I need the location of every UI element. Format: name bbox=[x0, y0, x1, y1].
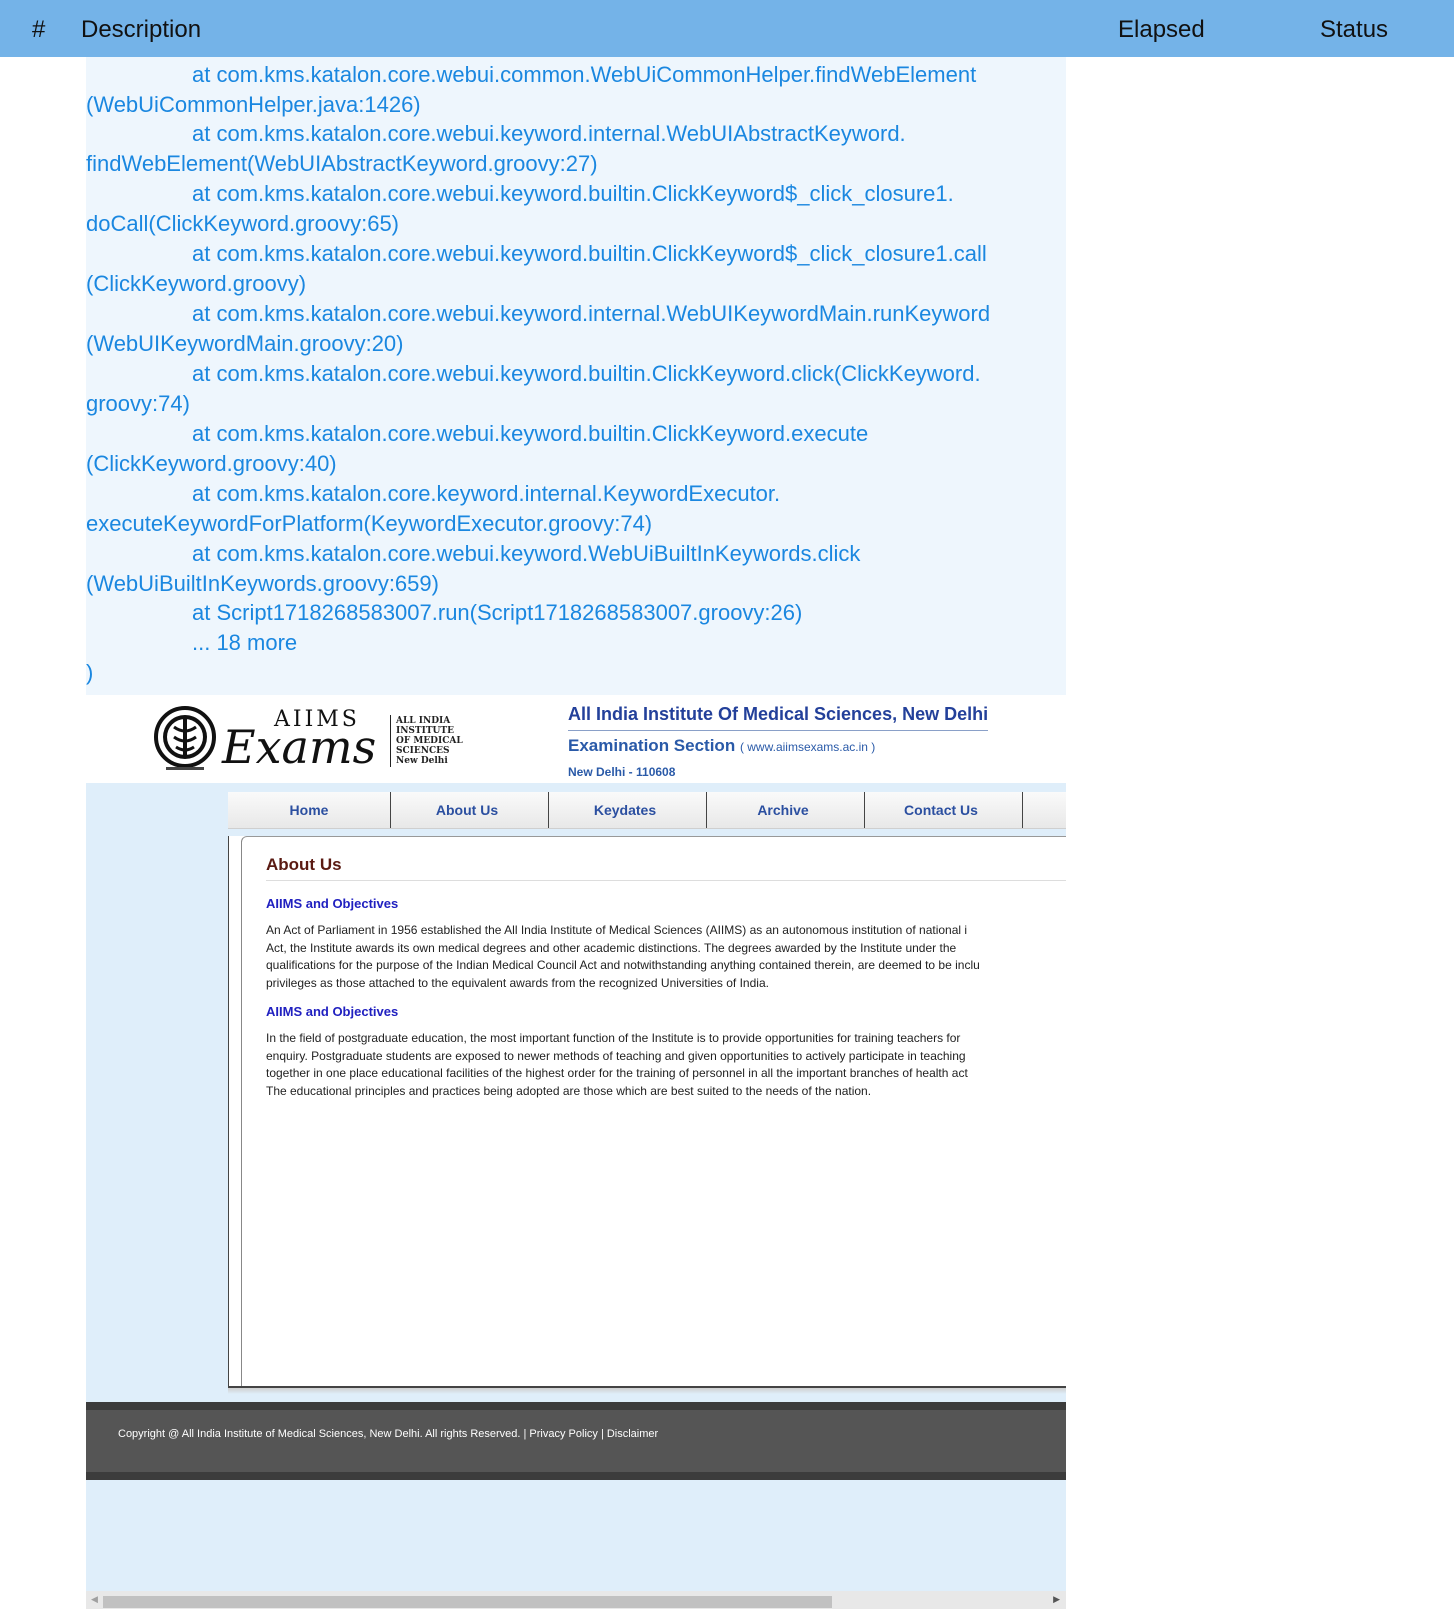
trace-line: doCall(ClickKeyword.groovy:65) bbox=[86, 211, 400, 236]
footer-text: Copyright @ All India Institute of Medic… bbox=[118, 1428, 659, 1440]
column-status-header: Status bbox=[1320, 16, 1389, 43]
aiims-emblem-icon bbox=[154, 706, 216, 770]
trace-line: (WebUiCommonHelper.java:1426) bbox=[86, 92, 421, 117]
trace-line: at com.kms.katalon.core.webui.keyword.bu… bbox=[192, 241, 987, 266]
logo-exams-text: Exams bbox=[222, 720, 377, 774]
site-footer: Copyright @ All India Institute of Medic… bbox=[86, 1402, 1066, 1480]
main-nav: Home About Us Keydates Archive Contact U… bbox=[228, 792, 1066, 829]
trace-line: at com.kms.katalon.core.keyword.internal… bbox=[192, 481, 781, 506]
title-divider bbox=[568, 730, 988, 731]
trace-line: at com.kms.katalon.core.webui.keyword.bu… bbox=[192, 421, 869, 446]
trace-line: at com.kms.katalon.core.webui.keyword.in… bbox=[192, 301, 991, 326]
section-paragraph: In the field of postgraduate education, … bbox=[266, 1031, 968, 1098]
trace-line: (ClickKeyword.groovy) bbox=[86, 271, 307, 296]
trace-line: groovy:74) bbox=[86, 391, 190, 416]
nav-contact-us[interactable]: Contact Us bbox=[860, 792, 1023, 828]
content-panel: About Us AIIMS and Objectives An Act of … bbox=[228, 836, 1066, 1388]
report-table-header: # Description Elapsed Status bbox=[0, 0, 1454, 57]
embedded-screenshot: AIIMS Exams ALL INDIA INSTITUTE OF MEDIC… bbox=[86, 695, 1066, 1609]
scrollbar-thumb[interactable] bbox=[103, 1596, 832, 1608]
trace-line: at com.kms.katalon.core.webui.keyword.bu… bbox=[192, 361, 981, 386]
nav-about-us[interactable]: About Us bbox=[386, 792, 549, 828]
horizontal-scrollbar[interactable]: ◀ ▶ bbox=[86, 1591, 1066, 1609]
trace-line: at com.kms.katalon.core.webui.keyword.We… bbox=[192, 541, 861, 566]
site-header: AIIMS Exams ALL INDIA INSTITUTE OF MEDIC… bbox=[86, 695, 1066, 783]
trace-line: ) bbox=[86, 660, 94, 685]
page-title: About Us bbox=[266, 855, 342, 874]
trace-line: at com.kms.katalon.core.webui.common.Web… bbox=[192, 62, 977, 87]
content-frame: About Us AIIMS and Objectives An Act of … bbox=[241, 836, 1066, 1386]
trace-line: (WebUIKeywordMain.groovy:20) bbox=[86, 331, 404, 356]
section-heading: AIIMS and Objectives bbox=[266, 896, 399, 911]
section-heading: AIIMS and Objectives bbox=[266, 1004, 399, 1019]
institute-title: All India Institute Of Medical Sciences,… bbox=[568, 704, 989, 724]
page-title-divider bbox=[266, 880, 1066, 881]
site-url: ( www.aiimsexams.ac.in ) bbox=[739, 740, 876, 754]
stack-trace: at com.kms.katalon.core.webui.common.Web… bbox=[86, 57, 1066, 695]
trace-line: at com.kms.katalon.core.webui.keyword.in… bbox=[192, 121, 906, 146]
nav-archive[interactable]: Archive bbox=[702, 792, 865, 828]
logo-divider bbox=[390, 715, 391, 767]
scroll-left-icon[interactable]: ◀ bbox=[91, 1594, 98, 1605]
scroll-right-icon[interactable]: ▶ bbox=[1053, 1594, 1060, 1605]
trace-line: findWebElement(WebUIAbstractKeyword.groo… bbox=[86, 151, 598, 176]
logo-institute-text: ALL INDIA INSTITUTE OF MEDICAL SCIENCES … bbox=[396, 716, 463, 766]
nav-keydates[interactable]: Keydates bbox=[544, 792, 707, 828]
column-description-header: Description bbox=[81, 16, 202, 43]
section-paragraph: An Act of Parliament in 1956 established… bbox=[266, 923, 980, 990]
nav-home[interactable]: Home bbox=[228, 792, 391, 828]
trace-line: (ClickKeyword.groovy:40) bbox=[86, 451, 337, 476]
trace-line: ... 18 more bbox=[192, 630, 298, 655]
institute-address: New Delhi - 110608 bbox=[568, 765, 676, 779]
trace-line: executeKeywordForPlatform(KeywordExecuto… bbox=[86, 511, 653, 536]
trace-line: at com.kms.katalon.core.webui.keyword.bu… bbox=[192, 181, 954, 206]
trace-line: at Script1718268583007.run(Script1718268… bbox=[192, 600, 803, 625]
content-shadow bbox=[228, 1388, 1066, 1394]
column-elapsed-header: Elapsed bbox=[1118, 16, 1205, 43]
column-number-header: # bbox=[32, 16, 46, 43]
examination-section: Examination Section ( www.aiimsexams.ac.… bbox=[568, 736, 876, 755]
trace-line: (WebUiBuiltInKeywords.groovy:659) bbox=[86, 571, 439, 596]
